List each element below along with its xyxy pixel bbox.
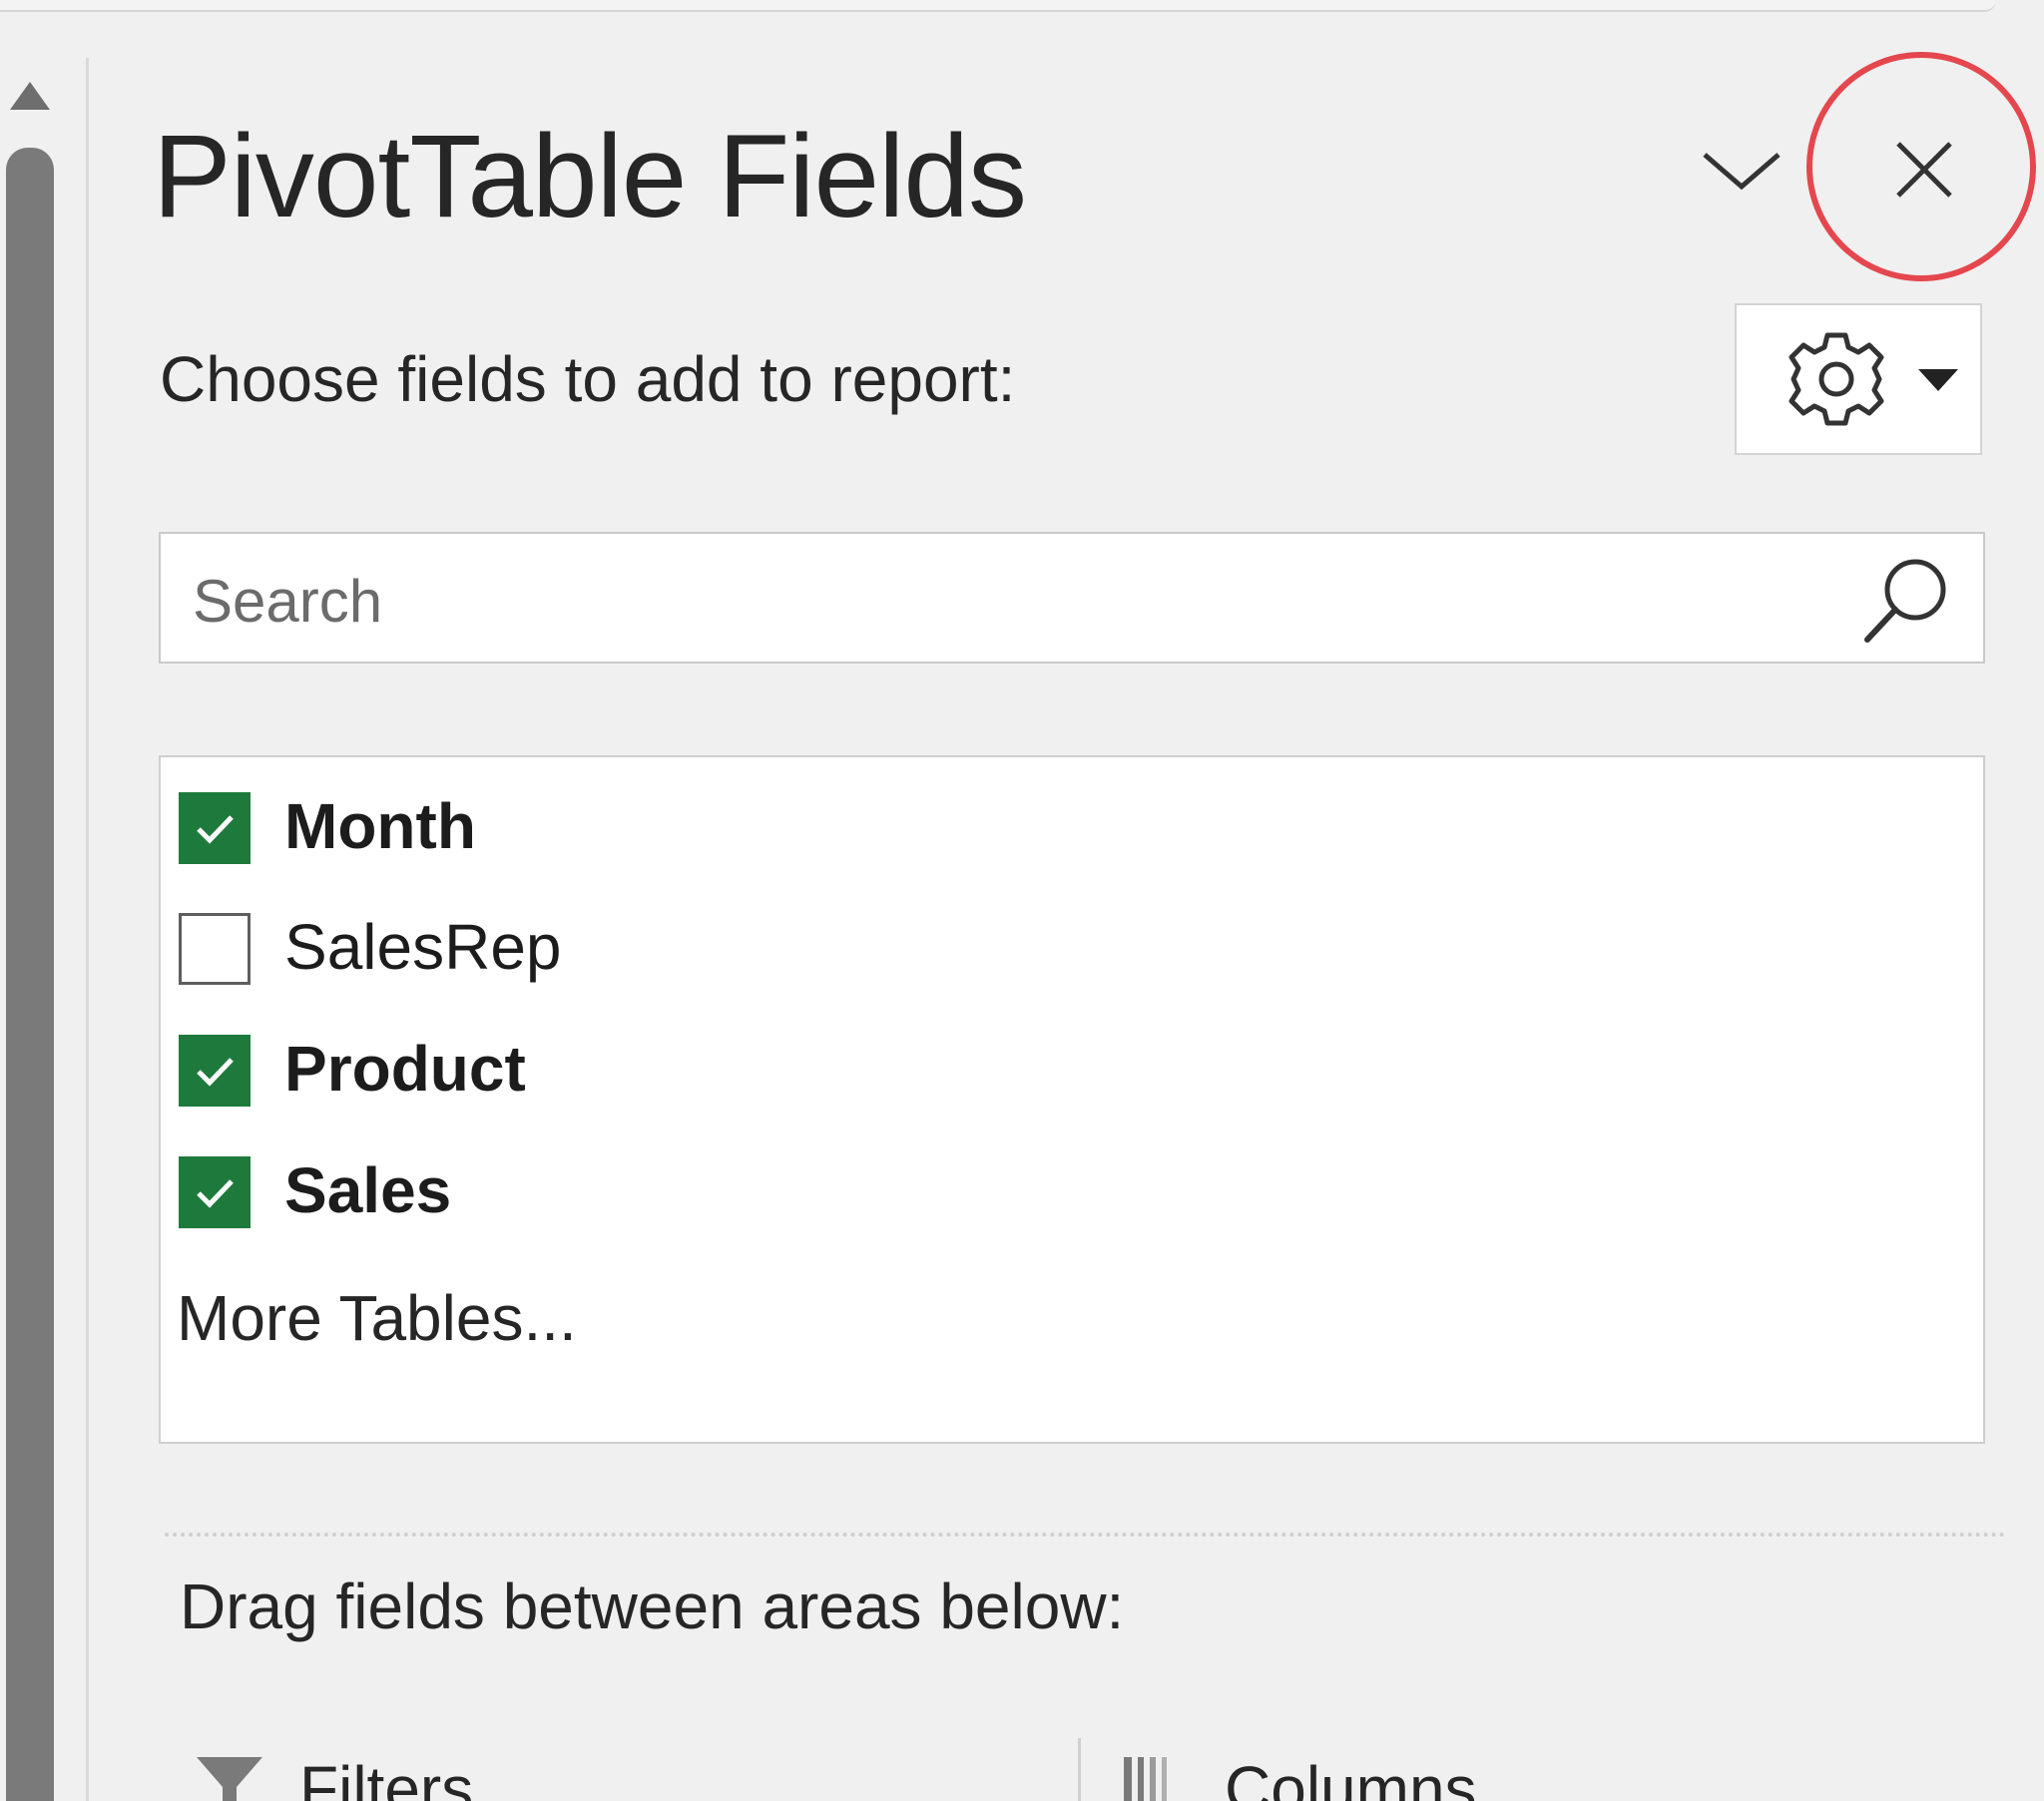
field-item-salesrep[interactable]: SalesRep: [179, 897, 1875, 987]
field-item-product[interactable]: Product: [179, 1019, 1875, 1109]
columns-icon: [1124, 1757, 1167, 1801]
pane-divider: [86, 58, 89, 1801]
pane-options-button[interactable]: [1697, 135, 1787, 205]
scroll-up-arrow-icon[interactable]: [8, 76, 52, 120]
checkbox-salesrep[interactable]: [179, 913, 251, 985]
field-label: Month: [284, 790, 476, 862]
field-list: Month SalesRep Product Sales More Tables…: [159, 755, 1985, 1444]
field-label: Product: [284, 1033, 526, 1105]
areas-divider: [1078, 1738, 1081, 1801]
pane-title: PivotTable Fields: [153, 111, 1027, 242]
checkbox-sales[interactable]: [179, 1156, 251, 1228]
pivottable-fields-pane: PivotTable Fields Choose fields to add t…: [0, 0, 2044, 1801]
field-list-tools-button[interactable]: [1735, 303, 1982, 455]
checkmark-icon: [197, 1179, 234, 1208]
section-separator: [165, 1533, 2006, 1537]
window-top-edge: [0, 0, 1996, 12]
chevron-down-icon: [1703, 153, 1781, 191]
gear-icon: [1788, 332, 1884, 426]
checkmark-icon: [197, 815, 234, 844]
choose-fields-label: Choose fields to add to report:: [160, 343, 1016, 415]
field-item-sales[interactable]: Sales: [179, 1140, 1875, 1230]
drag-fields-label: Drag fields between areas below:: [180, 1571, 1125, 1642]
search-icon[interactable]: [1857, 552, 1953, 648]
vertical-scrollbar[interactable]: [6, 148, 54, 1801]
close-icon: [1896, 142, 1952, 198]
field-label: Sales: [284, 1154, 452, 1226]
search-input[interactable]: [191, 552, 1831, 650]
field-search-box[interactable]: [159, 532, 1985, 664]
caret-down-icon: [1918, 369, 1958, 391]
filters-area-label: Filters: [299, 1753, 474, 1801]
close-pane-button[interactable]: [1884, 130, 1964, 210]
checkbox-month[interactable]: [179, 792, 251, 864]
checkmark-icon: [197, 1058, 234, 1087]
columns-area-label: Columns: [1225, 1753, 1477, 1801]
field-label: SalesRep: [284, 911, 562, 983]
field-item-month[interactable]: Month: [179, 776, 1875, 866]
more-tables-link[interactable]: More Tables...: [177, 1286, 577, 1350]
checkbox-product[interactable]: [179, 1035, 251, 1107]
filter-icon: [197, 1757, 262, 1801]
